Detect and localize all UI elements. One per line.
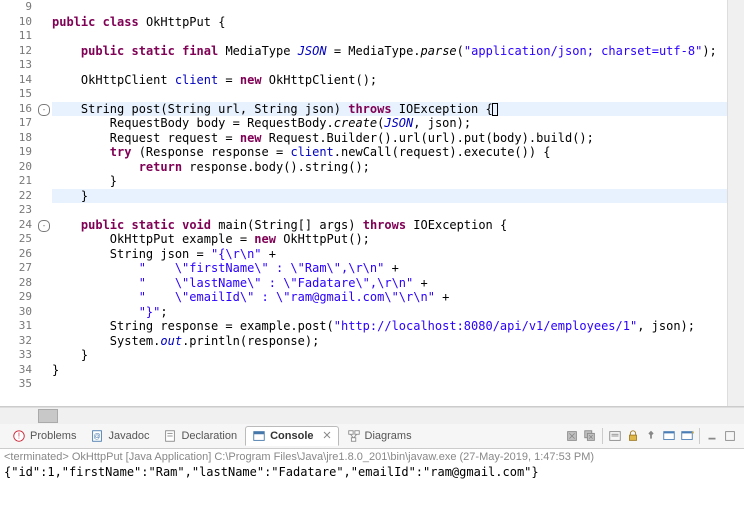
minimize-view-icon[interactable] bbox=[704, 428, 720, 444]
line-number: 18 bbox=[0, 131, 32, 146]
code-line[interactable]: " \"firstName\" : \"Ram\",\r\n" + bbox=[52, 261, 744, 276]
line-number: 15 bbox=[0, 87, 32, 102]
svg-text:+: + bbox=[691, 429, 694, 436]
fold-marker-icon[interactable]: - bbox=[38, 220, 50, 232]
line-number: 16 bbox=[0, 102, 32, 117]
maximize-view-icon[interactable] bbox=[722, 428, 738, 444]
line-number: 33 bbox=[0, 348, 32, 363]
line-number: 10 bbox=[0, 15, 32, 30]
pin-console-icon[interactable] bbox=[643, 428, 659, 444]
remove-all-icon[interactable] bbox=[582, 428, 598, 444]
console-terminated-label: <terminated> OkHttpPut [Java Application… bbox=[4, 451, 740, 463]
line-number: 9 bbox=[0, 0, 32, 15]
declaration-icon bbox=[163, 429, 177, 443]
code-line[interactable]: RequestBody body = RequestBody.create(JS… bbox=[52, 116, 744, 131]
line-number: 25 bbox=[0, 232, 32, 247]
line-number: 28 bbox=[0, 276, 32, 291]
code-line[interactable]: } bbox=[52, 189, 744, 204]
close-tab-icon[interactable] bbox=[322, 430, 332, 443]
views-tabbar: ! Problems @ Javadoc Declaration Console Diagr… bbox=[0, 424, 744, 449]
code-line[interactable] bbox=[52, 377, 744, 392]
line-number: 24 bbox=[0, 218, 32, 233]
svg-text:@: @ bbox=[94, 434, 101, 441]
svg-text:!: ! bbox=[18, 432, 20, 441]
console-icon bbox=[252, 429, 266, 443]
line-number: 30 bbox=[0, 305, 32, 320]
open-console-icon[interactable]: + bbox=[679, 428, 695, 444]
line-number: 17 bbox=[0, 116, 32, 131]
tab-javadoc[interactable]: @ Javadoc bbox=[84, 426, 155, 446]
line-number: 29 bbox=[0, 290, 32, 305]
scrollbar-thumb[interactable] bbox=[38, 409, 58, 423]
display-console-icon[interactable] bbox=[661, 428, 677, 444]
tab-declaration[interactable]: Declaration bbox=[157, 426, 243, 446]
code-line[interactable] bbox=[52, 29, 744, 44]
line-number: 34 bbox=[0, 363, 32, 378]
code-line[interactable]: try (Response response = client.newCall(… bbox=[52, 145, 744, 160]
code-line[interactable]: "}"; bbox=[52, 305, 744, 320]
code-line[interactable]: System.out.println(response); bbox=[52, 334, 744, 349]
fold-marker-gutter: -- bbox=[38, 0, 52, 406]
line-number: 11 bbox=[0, 29, 32, 44]
problems-icon: ! bbox=[12, 429, 26, 443]
code-line[interactable] bbox=[52, 58, 744, 73]
tab-problems[interactable]: ! Problems bbox=[6, 426, 82, 446]
code-line[interactable]: } bbox=[52, 174, 744, 189]
clear-console-icon[interactable] bbox=[607, 428, 623, 444]
code-editor[interactable]: 9101112131415161718192021222324252627282… bbox=[0, 0, 744, 407]
console-panel: <terminated> OkHttpPut [Java Application… bbox=[0, 449, 744, 481]
code-line[interactable]: Request request = new Request.Builder().… bbox=[52, 131, 744, 146]
tab-label: Javadoc bbox=[108, 430, 149, 442]
code-line[interactable]: " \"lastName\" : \"Fadatare\",\r\n" + bbox=[52, 276, 744, 291]
line-number: 20 bbox=[0, 160, 32, 175]
code-line[interactable]: String post(String url, String json) thr… bbox=[52, 102, 744, 117]
code-line[interactable]: } bbox=[52, 363, 744, 378]
code-line[interactable]: } bbox=[52, 348, 744, 363]
fold-marker-icon[interactable]: - bbox=[38, 104, 50, 116]
code-line[interactable]: public class OkHttpPut { bbox=[52, 15, 744, 30]
tab-diagrams[interactable]: Diagrams bbox=[341, 426, 418, 446]
code-line[interactable] bbox=[52, 87, 744, 102]
remove-launch-icon[interactable] bbox=[564, 428, 580, 444]
line-number: 12 bbox=[0, 44, 32, 59]
tab-label: Console bbox=[270, 430, 313, 442]
tab-console[interactable]: Console bbox=[245, 426, 338, 446]
code-line[interactable]: String response = example.post("http://l… bbox=[52, 319, 744, 334]
line-number: 35 bbox=[0, 377, 32, 392]
line-number: 21 bbox=[0, 174, 32, 189]
line-number: 31 bbox=[0, 319, 32, 334]
code-line[interactable]: public static final MediaType JSON = Med… bbox=[52, 44, 744, 59]
tab-label: Problems bbox=[30, 430, 76, 442]
line-number: 19 bbox=[0, 145, 32, 160]
line-number: 26 bbox=[0, 247, 32, 262]
code-line[interactable]: OkHttpPut example = new OkHttpPut(); bbox=[52, 232, 744, 247]
code-line[interactable]: return response.body().string(); bbox=[52, 160, 744, 175]
code-area[interactable]: public class OkHttpPut { public static f… bbox=[52, 0, 744, 406]
code-line[interactable]: public static void main(String[] args) t… bbox=[52, 218, 744, 233]
code-line[interactable]: " \"emailId\" : \"ram@gmail.com\"\r\n" + bbox=[52, 290, 744, 305]
tab-label: Declaration bbox=[181, 430, 237, 442]
javadoc-icon: @ bbox=[90, 429, 104, 443]
vertical-scrollbar[interactable] bbox=[727, 0, 744, 406]
code-line[interactable] bbox=[52, 0, 744, 15]
line-number: 32 bbox=[0, 334, 32, 349]
line-number: 22 bbox=[0, 189, 32, 204]
line-number: 27 bbox=[0, 261, 32, 276]
separator bbox=[699, 428, 700, 444]
separator bbox=[602, 428, 603, 444]
horizontal-scrollbar[interactable] bbox=[0, 407, 744, 424]
scroll-lock-icon[interactable] bbox=[625, 428, 641, 444]
tab-label: Diagrams bbox=[365, 430, 412, 442]
diagrams-icon bbox=[347, 429, 361, 443]
line-number: 23 bbox=[0, 203, 32, 218]
line-number: 14 bbox=[0, 73, 32, 88]
code-line[interactable]: String json = "{\r\n" + bbox=[52, 247, 744, 262]
code-line[interactable] bbox=[52, 203, 744, 218]
line-number: 13 bbox=[0, 58, 32, 73]
console-output[interactable]: {"id":1,"firstName":"Ram","lastName":"Fa… bbox=[4, 463, 740, 479]
code-line[interactable]: OkHttpClient client = new OkHttpClient()… bbox=[52, 73, 744, 88]
line-number-gutter: 9101112131415161718192021222324252627282… bbox=[0, 0, 38, 406]
